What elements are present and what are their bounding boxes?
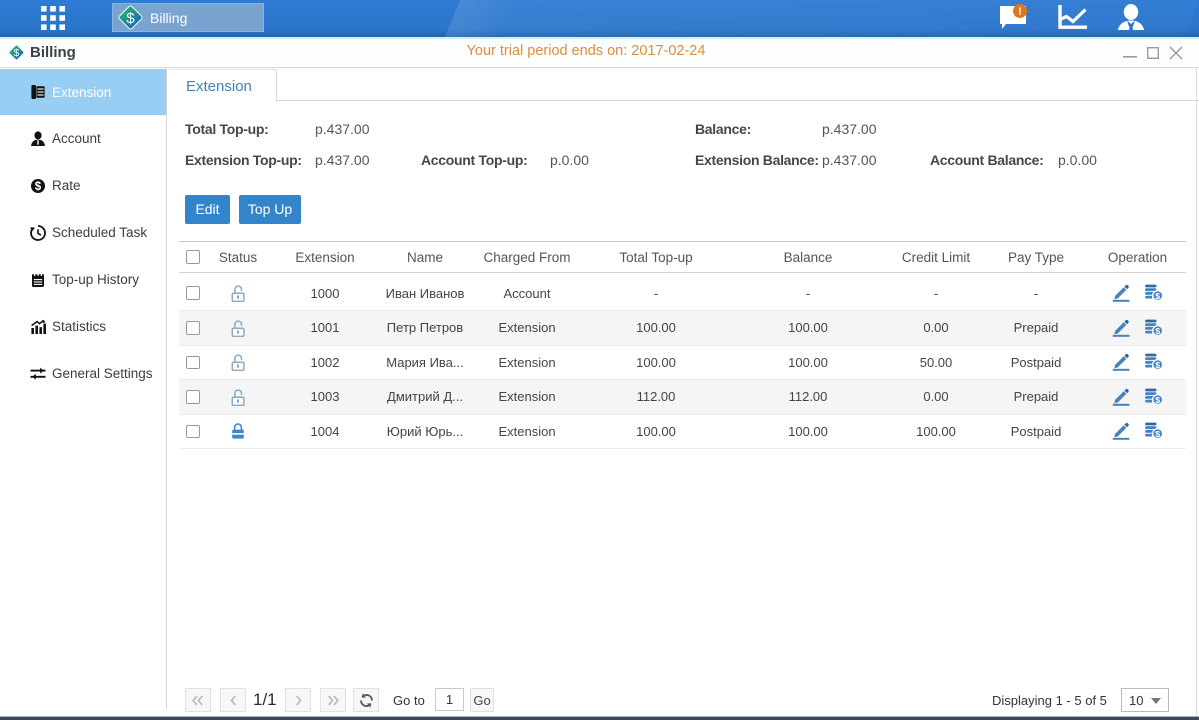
svg-text:$: $ xyxy=(126,10,135,27)
svg-text:!: ! xyxy=(1018,6,1022,18)
